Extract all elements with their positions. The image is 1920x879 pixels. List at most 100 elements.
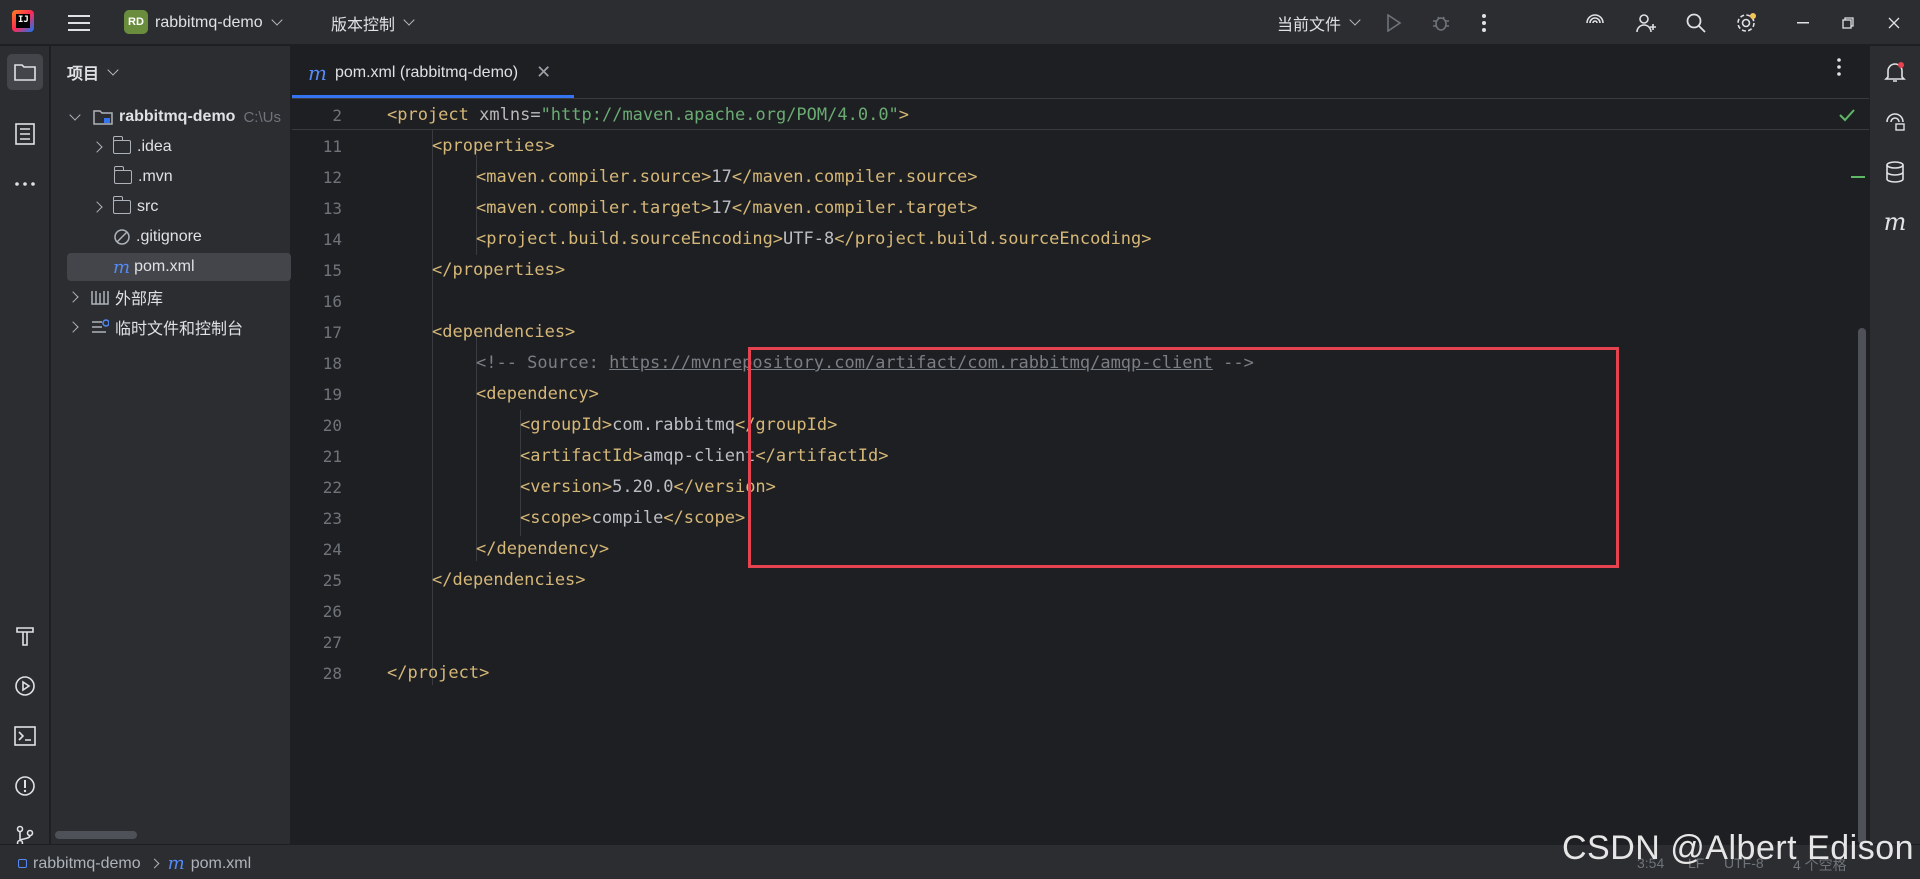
tab-pom-xml[interactable]: m pom.xml (rabbitmq-demo) ✕	[292, 46, 574, 99]
code-line-25[interactable]: </dependencies>	[432, 570, 586, 590]
run-icon[interactable]	[1386, 0, 1402, 45]
line-number: 19	[322, 385, 342, 404]
maven-icon: m	[308, 60, 327, 85]
code-line-23[interactable]: <scope>compile</scope>	[520, 508, 745, 528]
line-number: 24	[322, 540, 342, 559]
settings-gear-icon[interactable]	[1735, 0, 1757, 45]
expand-arrow-icon[interactable]	[91, 201, 103, 213]
breadcrumb: rabbitmq-demo m pom.xml	[18, 853, 251, 874]
indent-guide	[432, 130, 433, 685]
chevron-down-icon	[107, 63, 119, 76]
code-line-28[interactable]: </project>	[387, 663, 489, 683]
breadcrumb-project[interactable]: rabbitmq-demo	[33, 855, 141, 873]
run-config-label: 当前文件	[1277, 16, 1342, 34]
build-hammer-icon[interactable]	[7, 618, 43, 654]
line-number: 2	[332, 106, 342, 125]
expand-arrow-icon[interactable]	[69, 108, 81, 121]
code-editor[interactable]: 2 <project xmlns="http://maven.apache.or…	[292, 100, 1869, 844]
sticky-header-line[interactable]: 2 <project xmlns="http://maven.apache.or…	[292, 100, 1869, 130]
code-line-17[interactable]: <dependencies>	[432, 322, 575, 342]
database-icon[interactable]	[1877, 154, 1913, 190]
tree-root-project[interactable]: rabbitmq-demo C:\Us	[51, 103, 291, 131]
vcs-menu[interactable]: 版本控制	[331, 0, 415, 45]
code-line-15[interactable]: </properties>	[432, 260, 565, 280]
tree-item-idea[interactable]: .idea	[51, 133, 291, 161]
more-vertical-icon[interactable]	[1482, 0, 1486, 45]
line-number: 18	[322, 354, 342, 373]
expand-arrow-icon[interactable]	[67, 291, 79, 303]
close-tab-icon[interactable]: ✕	[536, 62, 551, 83]
code-line-12[interactable]: <maven.compiler.source>17</maven.compile…	[476, 167, 978, 187]
tree-item-label: .gitignore	[136, 228, 202, 245]
intellij-logo-icon[interactable]: IJ	[12, 10, 34, 32]
line-number: 16	[322, 292, 342, 311]
chevron-right-icon	[149, 858, 160, 869]
line-number: 17	[322, 323, 342, 342]
ai-assistant-icon[interactable]	[1584, 0, 1606, 45]
module-icon	[18, 859, 27, 868]
code-line-2[interactable]: <project xmlns="http://maven.apache.org/…	[387, 105, 909, 125]
project-switcher[interactable]: rabbitmq-demo	[155, 0, 283, 45]
run-config-selector[interactable]: 当前文件	[1277, 0, 1361, 45]
no-problems-check-icon[interactable]	[1839, 108, 1855, 127]
project-badge[interactable]: RD	[124, 10, 148, 34]
maven-m-glyph: m	[1883, 208, 1907, 236]
debug-icon[interactable]	[1432, 0, 1450, 45]
restore-icon[interactable]	[1842, 0, 1854, 45]
tree-item-label: 外部库	[115, 291, 164, 308]
line-number: 21	[322, 447, 342, 466]
terminal-icon[interactable]	[7, 718, 43, 754]
code-line-13[interactable]: <maven.compiler.target>17</maven.compile…	[476, 198, 978, 218]
project-folder-icon[interactable]	[7, 54, 43, 90]
ai-chat-icon[interactable]	[1877, 104, 1913, 140]
code-line-24[interactable]: </dependency>	[476, 539, 609, 559]
title-bar: IJ RD rabbitmq-demo 版本控制 当前文件	[0, 0, 1920, 45]
notifications-bell-icon[interactable]	[1877, 54, 1913, 90]
code-line-22[interactable]: <version>5.20.0</version>	[520, 477, 776, 497]
dependency-highlight-box	[748, 347, 1619, 568]
line-number: 22	[322, 478, 342, 497]
search-icon[interactable]	[1686, 0, 1706, 45]
code-line-14[interactable]: <project.build.sourceEncoding>UTF-8</pro…	[476, 229, 1152, 249]
folder-icon	[113, 166, 132, 184]
tree-item-label: pom.xml	[134, 258, 195, 275]
chevron-down-icon	[403, 14, 415, 26]
tree-item-pom[interactable]: m pom.xml	[67, 253, 291, 281]
code-line-19[interactable]: <dependency>	[476, 384, 599, 404]
code-line-11[interactable]: <properties>	[432, 136, 555, 156]
folder-icon	[112, 136, 131, 154]
tree-item-external-libs[interactable]: 外部库	[51, 283, 291, 311]
tree-root-path: C:\Us	[243, 108, 281, 126]
library-icon	[91, 289, 109, 305]
breadcrumb-file[interactable]: pom.xml	[191, 855, 251, 873]
services-icon[interactable]	[7, 668, 43, 704]
line-number: 12	[322, 168, 342, 187]
maven-tool-icon[interactable]: m	[1877, 204, 1913, 240]
vertical-scrollbar[interactable]	[1858, 328, 1866, 844]
minimize-icon[interactable]	[1797, 0, 1809, 45]
problems-icon[interactable]	[7, 768, 43, 804]
tree-item-src[interactable]: src	[51, 193, 291, 221]
tree-item-mvn[interactable]: .mvn	[51, 163, 291, 191]
ignore-file-icon	[114, 229, 130, 245]
folder-icon	[112, 196, 131, 214]
csdn-watermark: CSDN @Albert Edison	[1562, 829, 1915, 867]
project-tool-window: 项目 rabbitmq-demo C:\Us .idea .mvn src .g…	[51, 46, 291, 844]
tab-options-icon[interactable]	[1837, 58, 1841, 81]
more-horizontal-icon[interactable]	[7, 166, 43, 202]
expand-arrow-icon[interactable]	[67, 321, 79, 333]
line-number: 23	[322, 509, 342, 528]
structure-icon[interactable]	[7, 116, 43, 152]
tree-item-gitignore[interactable]: .gitignore	[51, 223, 291, 251]
tree-item-scratches[interactable]: 临时文件和控制台	[51, 313, 291, 341]
main-menu-icon[interactable]	[68, 0, 92, 45]
left-tool-strip	[0, 46, 50, 847]
horizontal-scrollbar[interactable]	[55, 831, 137, 839]
vcs-label: 版本控制	[331, 16, 396, 34]
maven-icon: m	[113, 256, 131, 278]
close-window-icon[interactable]	[1888, 0, 1900, 45]
tree-root-label: rabbitmq-demo	[119, 108, 236, 125]
add-user-icon[interactable]	[1635, 0, 1657, 45]
project-view-selector[interactable]: 项目	[67, 60, 119, 84]
expand-arrow-icon[interactable]	[91, 141, 103, 153]
